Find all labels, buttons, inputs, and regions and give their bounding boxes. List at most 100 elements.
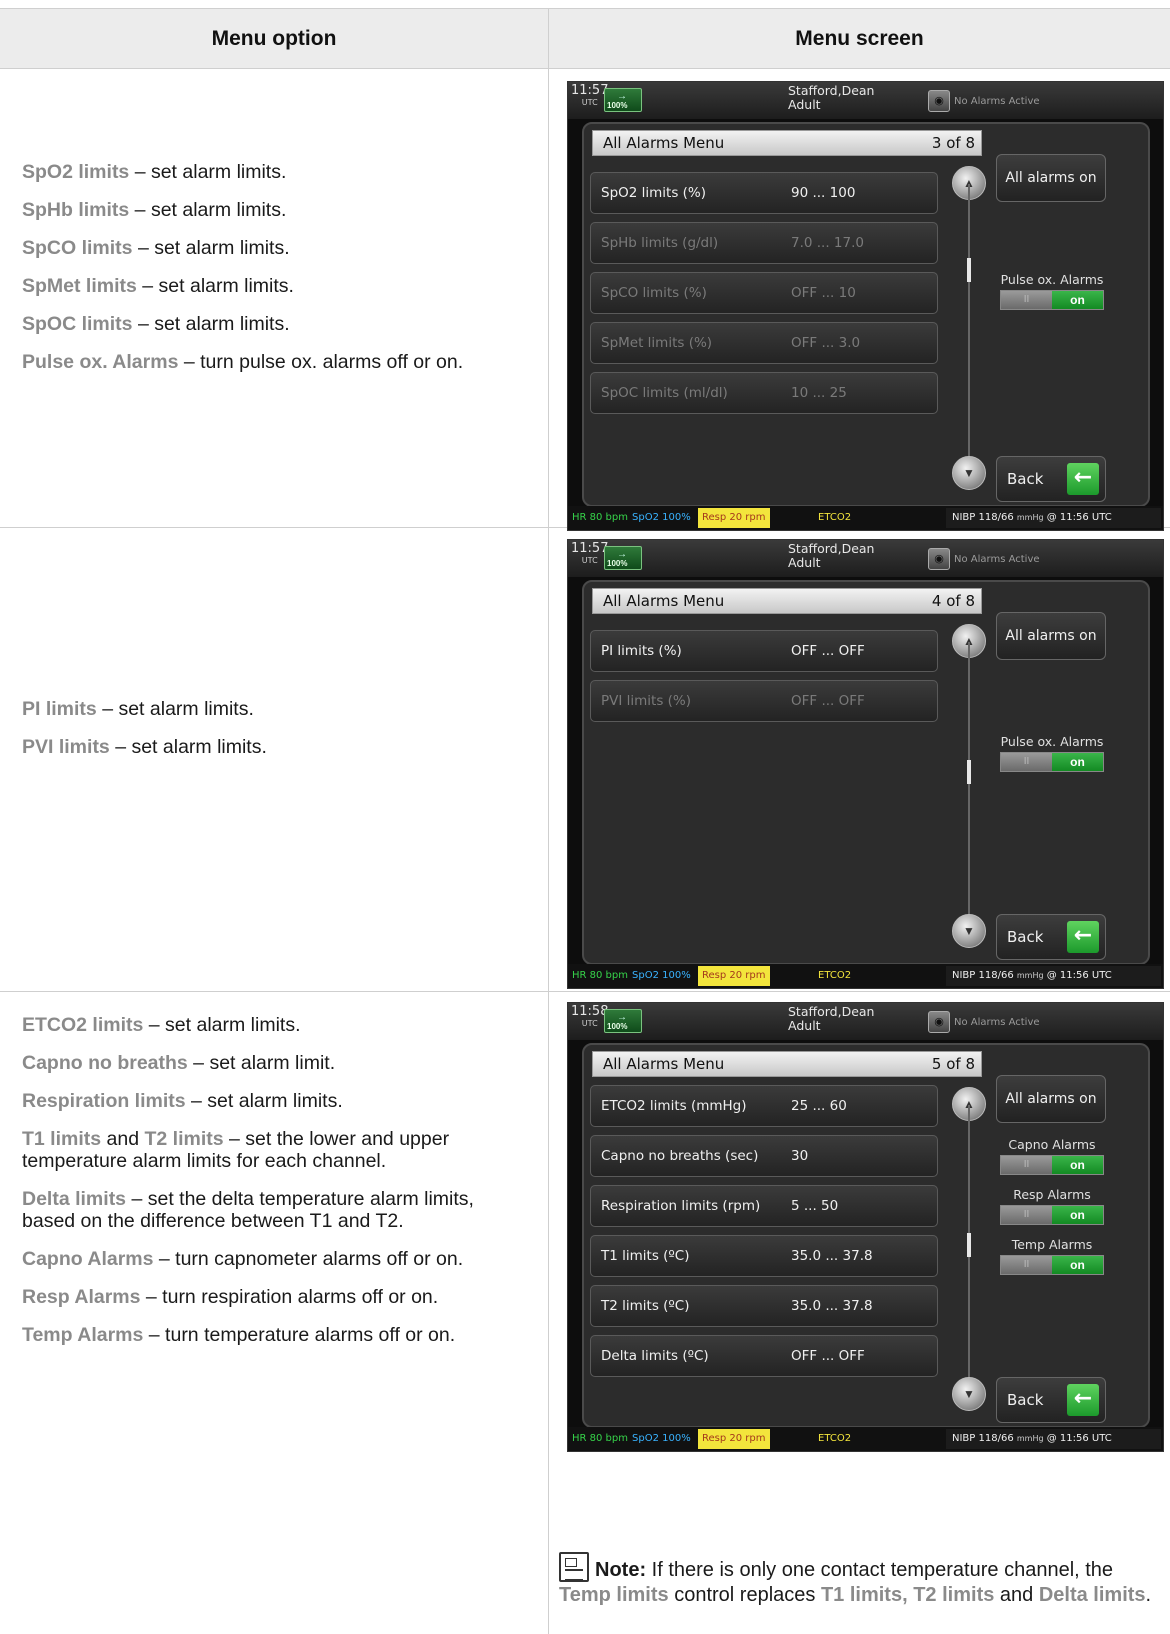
- toggle-on[interactable]: on: [1052, 1206, 1103, 1224]
- patient-info[interactable]: Stafford,Dean Adult: [788, 542, 874, 570]
- battery-icon: → 100%: [604, 88, 642, 112]
- toggle-label: Capno Alarms: [1008, 1137, 1096, 1152]
- limit-value: 90 ... 100: [791, 185, 856, 201]
- limit-value: 5 ... 50: [791, 1198, 839, 1214]
- alarm-status[interactable]: ◉ No Alarms Active: [928, 1011, 1040, 1033]
- scroll-down-button[interactable]: ▼: [952, 914, 986, 948]
- toggle-off[interactable]: II: [1001, 1156, 1052, 1174]
- hr-readout: HR 80 bpm: [572, 512, 628, 523]
- alarm-audio-icon[interactable]: ◉: [928, 90, 950, 112]
- option-description: – set alarm limits.: [96, 698, 254, 720]
- limit-button[interactable]: SpMet limits (%) OFF ... 3.0: [590, 322, 938, 364]
- table-row-capno-temp: ETCO2 limits – set alarm limits. Capno no…: [0, 992, 1170, 1634]
- limit-value: 25 ... 60: [791, 1098, 847, 1114]
- menu-title: All Alarms Menu 4 of 8: [592, 588, 982, 614]
- toggle-off[interactable]: II: [1001, 1206, 1052, 1224]
- option-description: – set alarm limits.: [132, 237, 290, 259]
- limit-value: 30: [791, 1148, 809, 1164]
- option-description: – set alarm limit.: [187, 1052, 336, 1074]
- option-item: SpO2 limits – set alarm limits.: [22, 161, 530, 183]
- on-off-switch[interactable]: II on: [1000, 752, 1104, 772]
- limit-label: PVI limits (%): [601, 693, 692, 709]
- scrollbar-thumb[interactable]: [967, 258, 971, 282]
- back-button[interactable]: Back ←: [996, 914, 1106, 960]
- toggle-on[interactable]: on: [1052, 291, 1103, 309]
- scroll-down-button[interactable]: ▼: [952, 456, 986, 490]
- alarm-status-text: No Alarms Active: [954, 95, 1040, 107]
- toggle-on[interactable]: on: [1052, 753, 1103, 771]
- clock: 11:58 UTC: [571, 1005, 608, 1030]
- all-alarms-on-button[interactable]: All alarms on: [996, 612, 1106, 660]
- on-off-switch[interactable]: II on: [1000, 1255, 1104, 1275]
- limit-button[interactable]: SpCO limits (%) OFF ... 10: [590, 272, 938, 314]
- note-text: .: [1145, 1584, 1152, 1606]
- vitals-bar: HR 80 bpm SpO2 100% Resp 20 rpm ETCO2 NIBP 1…: [568, 506, 1163, 530]
- limit-button[interactable]: ETCO2 limits (mmHg) 25 ... 60: [590, 1085, 938, 1127]
- on-off-switch[interactable]: II on: [1000, 1155, 1104, 1175]
- patient-type: Adult: [788, 97, 821, 112]
- hr-readout: HR 80 bpm: [572, 1433, 628, 1444]
- nibp-unit: mmHg: [1016, 513, 1044, 522]
- all-alarms-panel: All Alarms Menu 5 of 8 ETCO2 limits (mmHg)…: [582, 1043, 1150, 1428]
- alarm-toggle[interactable]: Temp Alarms II on: [996, 1237, 1108, 1275]
- page-indicator: 4 of 8: [931, 592, 975, 610]
- alarm-toggle[interactable]: Pulse ox. Alarms II on: [996, 734, 1108, 772]
- limit-button[interactable]: Delta limits (ºC) OFF ... OFF: [590, 1335, 938, 1377]
- toggle-on[interactable]: on: [1052, 1156, 1103, 1174]
- clock-time: 11:57: [571, 541, 609, 556]
- toggle-label: Pulse ox. Alarms: [1000, 734, 1104, 749]
- alarm-toggle[interactable]: Capno Alarms II on: [996, 1137, 1108, 1175]
- option-item: SpHb limits – set alarm limits.: [22, 199, 530, 221]
- option-item: SpMet limits – set alarm limits.: [22, 275, 530, 297]
- back-button[interactable]: Back ←: [996, 1377, 1106, 1423]
- alarm-toggle[interactable]: Pulse ox. Alarms II on: [996, 272, 1108, 310]
- note-term: T1 limits,: [820, 1584, 908, 1606]
- toggle-off[interactable]: II: [1001, 1256, 1052, 1274]
- alarm-status[interactable]: ◉ No Alarms Active: [928, 548, 1040, 570]
- option-description: – set alarm limits.: [129, 199, 287, 221]
- alarm-audio-icon[interactable]: ◉: [928, 548, 950, 570]
- toggle-off[interactable]: II: [1001, 753, 1052, 771]
- option-term: T1 limits: [22, 1128, 102, 1150]
- scroll-down-button[interactable]: ▼: [952, 1377, 986, 1411]
- limit-button[interactable]: PI limits (%) OFF ... OFF: [590, 630, 938, 672]
- limit-button[interactable]: SpO2 limits (%) 90 ... 100: [590, 172, 938, 214]
- back-arrow-icon: ←: [1067, 921, 1099, 953]
- vitals-bar: HR 80 bpm SpO2 100% Resp 20 rpm ETCO2 NIBP 1…: [568, 1427, 1163, 1451]
- back-button[interactable]: Back ←: [996, 456, 1106, 502]
- monitor-screen: 11:58 UTC → 100% Stafford,Dean Adult ◉ No Alarm…: [567, 1002, 1164, 1452]
- alarm-status[interactable]: ◉ No Alarms Active: [928, 90, 1040, 112]
- patient-info[interactable]: Stafford,Dean Adult: [788, 1005, 874, 1033]
- scrollbar-thumb[interactable]: [967, 1233, 971, 1257]
- alarm-toggle[interactable]: Resp Alarms II on: [996, 1187, 1108, 1225]
- limit-button[interactable]: Capno no breaths (sec) 30: [590, 1135, 938, 1177]
- option-description: – turn capnometer alarms off or on.: [153, 1248, 464, 1270]
- limit-button[interactable]: Respiration limits (rpm) 5 ... 50: [590, 1185, 938, 1227]
- limit-label: Delta limits (ºC): [601, 1348, 709, 1364]
- menu-title-text: All Alarms Menu: [603, 592, 725, 610]
- scrollbar-thumb[interactable]: [967, 760, 971, 784]
- limit-button[interactable]: SpOC limits (ml/dl) 10 ... 25: [590, 372, 938, 414]
- option-term: SpO2 limits: [22, 161, 130, 183]
- limit-button[interactable]: PVI limits (%) OFF ... OFF: [590, 680, 938, 722]
- on-off-switch[interactable]: II on: [1000, 1205, 1104, 1225]
- spo2-readout: SpO2 100%: [632, 970, 691, 981]
- toggle-off[interactable]: II: [1001, 291, 1052, 309]
- limit-button[interactable]: T1 limits (ºC) 35.0 ... 37.8: [590, 1235, 938, 1277]
- option-description: – set alarm limits.: [132, 313, 290, 335]
- toggle-on[interactable]: on: [1052, 1256, 1103, 1274]
- on-off-switch[interactable]: II on: [1000, 290, 1104, 310]
- patient-info[interactable]: Stafford,Dean Adult: [788, 84, 874, 112]
- menu-title: All Alarms Menu 5 of 8: [592, 1051, 982, 1077]
- all-alarms-on-button[interactable]: All alarms on: [996, 1075, 1106, 1123]
- nibp-readout: NIBP 118/66 mmHg @ 11:56 UTC: [946, 508, 1161, 528]
- alarm-audio-icon[interactable]: ◉: [928, 1011, 950, 1033]
- hr-readout: HR 80 bpm: [572, 970, 628, 981]
- limit-button[interactable]: SpHb limits (g/dl) 7.0 ... 17.0: [590, 222, 938, 264]
- limit-label: ETCO2 limits (mmHg): [601, 1098, 747, 1114]
- limit-button[interactable]: T2 limits (ºC) 35.0 ... 37.8: [590, 1285, 938, 1327]
- option-item: Pulse ox. Alarms – turn pulse ox. alarms…: [22, 351, 530, 373]
- limit-value: 10 ... 25: [791, 385, 847, 401]
- all-alarms-on-button[interactable]: All alarms on: [996, 154, 1106, 202]
- limit-label: T1 limits (ºC): [601, 1248, 690, 1264]
